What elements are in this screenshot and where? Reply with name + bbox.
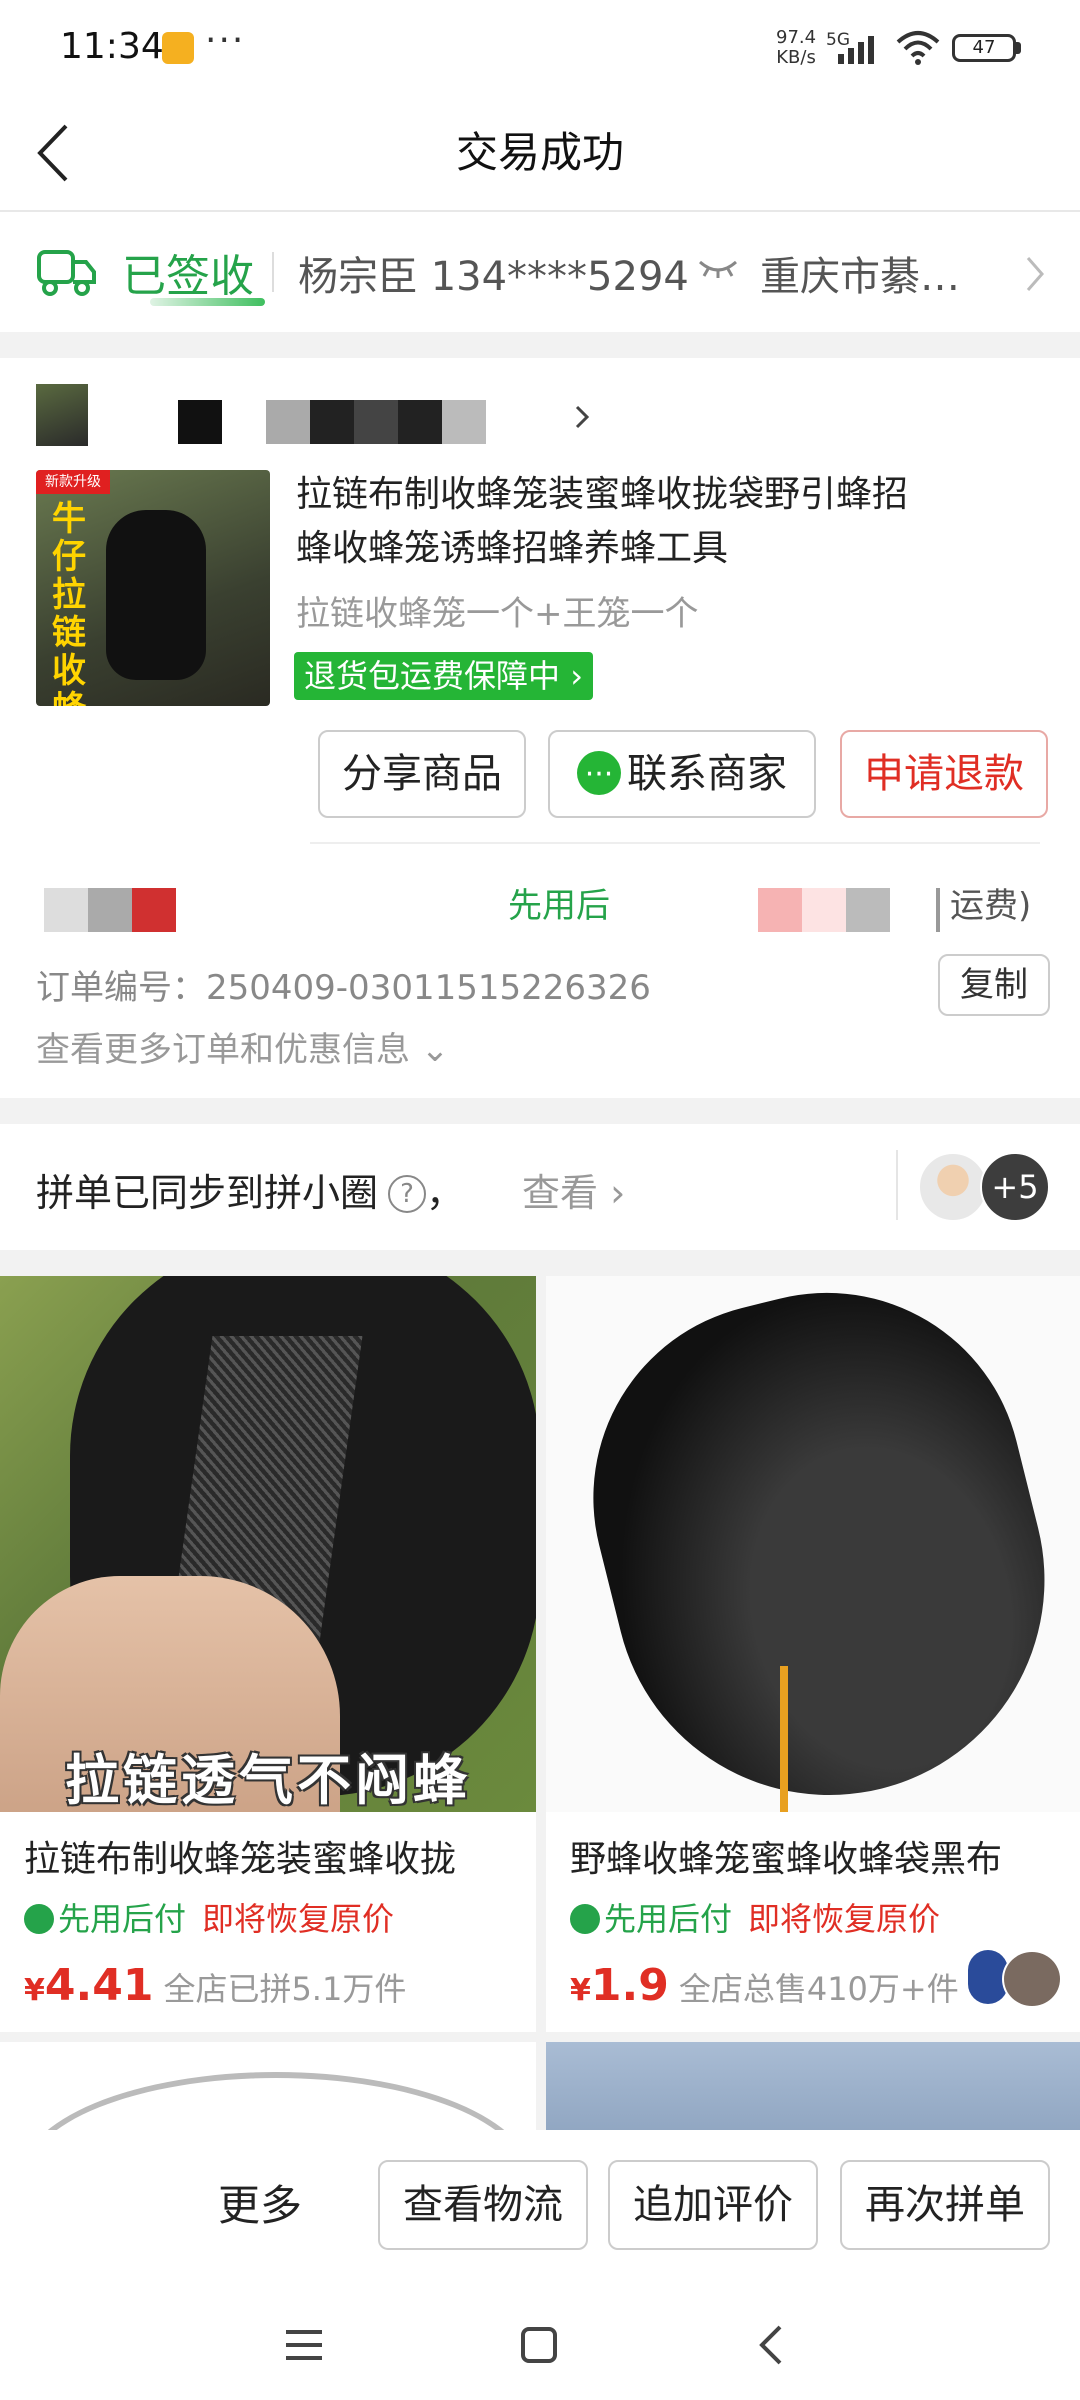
product-image[interactable]: 拉链透气不闷蜂 <box>0 1276 536 1812</box>
price-row: ¥4.41 全店已拼5.1万件 <box>24 1960 407 2011</box>
network-speed: 97.4 KB/s <box>776 27 817 68</box>
help-icon[interactable]: ? <box>388 1175 427 1213</box>
clock: 11:34 <box>60 26 164 67</box>
shop-chevron-icon[interactable] <box>574 404 590 430</box>
friend-avatar[interactable] <box>918 1152 988 1222</box>
eye-closed-icon[interactable] <box>698 258 738 278</box>
thumb-badge: 新款升级 <box>36 470 110 494</box>
view-link[interactable]: 查看 › <box>522 1162 625 1217</box>
price-row: ¥1.9 全店总售410万+件 <box>570 1960 959 2011</box>
payment-method: 先用后 <box>508 886 610 926</box>
reorder-button[interactable]: 再次拼单 <box>840 2160 1050 2250</box>
contact-seller-button[interactable]: 联系商家 <box>548 730 816 818</box>
menu-icon[interactable] <box>284 2328 324 2362</box>
divider <box>896 1150 898 1220</box>
chevron-right-icon[interactable] <box>1024 254 1046 294</box>
buyer-avatar <box>1002 1950 1062 2008</box>
shop-avatar[interactable] <box>36 384 88 446</box>
receiver-info: 杨宗臣 134****5294 <box>298 254 689 300</box>
order-number: 订单编号：250409-03011515226326 <box>36 968 651 1008</box>
view-logistics-button[interactable]: 查看物流 <box>378 2160 588 2250</box>
pay-later-icon <box>24 1904 54 1934</box>
battery-tip <box>1016 42 1021 54</box>
product-title[interactable]: 拉链布制收蜂笼装蜜蜂收拢袋野引蜂招蜂收蜂笼诱蜂招蜂养蜂工具 <box>296 468 916 576</box>
product-title[interactable]: 野蜂收蜂笼蜜蜂收蜂袋黑布 <box>570 1830 1066 1882</box>
pin-circle-text: 拼单已同步到拼小圈?， <box>36 1171 465 1215</box>
truck-icon <box>37 250 96 296</box>
pay-later-icon <box>570 1904 600 1934</box>
cord-shape <box>780 1666 788 1812</box>
product-title[interactable]: 拉链布制收蜂笼装蜜蜂收拢 <box>24 1830 520 1882</box>
freight-note: 运费) <box>950 886 1032 926</box>
product-bag-image <box>106 510 206 680</box>
refund-button[interactable]: 申请退款 <box>840 730 1048 818</box>
page-title: 交易成功 <box>455 128 624 177</box>
more-button[interactable]: 更多 <box>218 2172 302 2233</box>
chat-icon <box>577 733 621 817</box>
address: 重庆市綦… <box>760 254 960 300</box>
copy-button[interactable]: 复制 <box>938 954 1050 1016</box>
wifi-icon <box>896 31 940 65</box>
divider <box>310 842 1040 844</box>
system-nav-bar <box>0 2284 1080 2400</box>
amount-redacted <box>44 888 176 932</box>
amount-redacted-2 <box>758 888 940 932</box>
product-card[interactable] <box>546 2042 1080 2142</box>
status-underline <box>150 298 265 306</box>
home-icon[interactable] <box>520 2326 558 2364</box>
share-button[interactable]: 分享商品 <box>318 730 526 818</box>
pay-later-badge: 先用后付 即将恢复原价 <box>570 1894 940 1940</box>
product-spec: 拉链收蜂笼一个+王笼一个 <box>296 594 699 634</box>
product-card[interactable] <box>0 2042 536 2284</box>
more-notifications-icon: ··· <box>205 20 246 61</box>
thumb-text: 牛仔拉链收蜂笼 <box>52 499 86 706</box>
divider <box>272 252 274 292</box>
cylinder-shape <box>551 1276 1080 1812</box>
product-image[interactable] <box>546 1276 1080 1812</box>
battery-icon: 47 <box>952 34 1016 62</box>
notification-app-icon <box>162 32 194 64</box>
image-caption: 拉链透气不闷蜂 <box>65 1749 471 1812</box>
more-friends-avatar[interactable]: +5 <box>980 1152 1050 1222</box>
more-order-info[interactable]: 查看更多订单和优惠信息 ⌄ <box>36 1022 449 1071</box>
delivery-status: 已签收 <box>122 251 254 302</box>
product-thumbnail[interactable]: 新款升级 牛仔拉链收蜂笼 <box>36 470 270 706</box>
return-guarantee-badge[interactable]: 退货包运费保障中 › <box>294 652 593 700</box>
add-review-button[interactable]: 追加评价 <box>608 2160 818 2250</box>
back-nav-icon[interactable] <box>758 2324 784 2366</box>
shop-name-redacted[interactable] <box>178 398 498 444</box>
pay-later-badge: 先用后付 即将恢复原价 <box>24 1894 394 1940</box>
signal-icon <box>838 36 874 64</box>
